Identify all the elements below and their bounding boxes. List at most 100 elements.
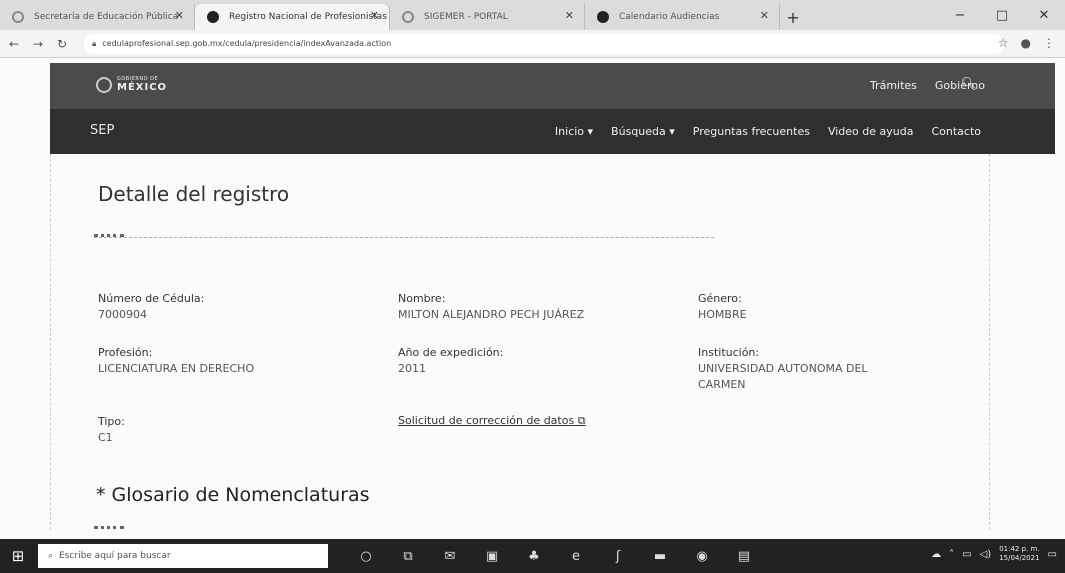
nav-video[interactable]: Video de ayuda bbox=[828, 125, 914, 138]
sep-nav: Inicio ▾ Búsqueda ▾ Preguntas frecuentes… bbox=[555, 125, 981, 138]
browser-tab-registro[interactable]: Registro Nacional de Profesionistas ✕ bbox=[195, 4, 390, 30]
clock-time: 01:42 p. m. bbox=[999, 545, 1040, 553]
tab-title: Registro Nacional de Profesionistas bbox=[229, 12, 387, 22]
system-tray: ☁ ˄ ▭ ◁) 01:42 p. m. 15/04/2021 ▭ bbox=[931, 545, 1057, 563]
taskbar-search-input[interactable]: ⌕ Escribe aquí para buscar bbox=[38, 544, 328, 568]
generic-page-icon bbox=[402, 11, 414, 23]
new-tab-button[interactable]: + bbox=[780, 4, 806, 30]
profesion-field: Profesión: LICENCIATURA EN DERECHO bbox=[98, 345, 254, 377]
forward-arrow-icon[interactable]: → bbox=[28, 37, 48, 51]
network-icon[interactable]: ▭ bbox=[962, 549, 971, 560]
edge-icon[interactable]: e bbox=[566, 546, 586, 566]
notifications-icon[interactable]: ▭ bbox=[1048, 549, 1057, 560]
sep-label[interactable]: SEP bbox=[90, 123, 114, 138]
anio-field: Año de expedición: 2011 bbox=[398, 345, 503, 377]
taskbar-apps: ○ ⧉ ✉ ▣ ♣ e ʃ ▬ ◉ ▤ bbox=[356, 546, 754, 566]
address-bar: ← → ↻ 🔒︎ cedulaprofesional.sep.gob.mx/ce… bbox=[0, 30, 1065, 58]
genero-label: Género: bbox=[698, 292, 742, 305]
numero-cedula-value: 7000904 bbox=[98, 308, 147, 321]
search-icon: ⌕ bbox=[48, 551, 54, 561]
store-icon[interactable]: ▣ bbox=[482, 546, 502, 566]
nombre-field: Nombre: MILTON ALEJANDRO PECH JUÁREZ bbox=[398, 291, 584, 323]
windows-taskbar: ⊞ ⌕ Escribe aquí para buscar ○ ⧉ ✉ ▣ ♣ e… bbox=[0, 539, 1065, 573]
institucion-field: Institución: UNIVERSIDAD AUTONOMA DEL CA… bbox=[698, 345, 868, 393]
tray-chevron-icon[interactable]: ˄ bbox=[949, 549, 954, 560]
app-icon[interactable]: ʃ bbox=[608, 546, 628, 566]
mail-app-icon[interactable]: ▬ bbox=[650, 546, 670, 566]
tipo-value: C1 bbox=[98, 431, 113, 444]
glosario-accent-divider bbox=[94, 526, 124, 529]
tipo-field: Tipo: C1 bbox=[98, 414, 125, 446]
mail-icon[interactable]: ✉ bbox=[440, 546, 460, 566]
nav-preguntas[interactable]: Preguntas frecuentes bbox=[693, 125, 810, 138]
close-tab-icon[interactable]: ✕ bbox=[760, 9, 769, 22]
search-icon[interactable]: 🔍︎ bbox=[960, 77, 977, 92]
reload-icon[interactable]: ↻ bbox=[52, 37, 72, 51]
browser-tab-sep[interactable]: Secretaría de Educación Pública ✕ bbox=[0, 4, 195, 30]
clock[interactable]: 01:42 p. m. 15/04/2021 bbox=[999, 545, 1039, 563]
glosario-title: * Glosario de Nomenclaturas bbox=[96, 484, 370, 506]
correccion-link-text: Solicitud de corrección de datos bbox=[398, 414, 575, 427]
anio-label: Año de expedición: bbox=[398, 346, 504, 359]
document-icon[interactable]: ▤ bbox=[734, 546, 754, 566]
windows-start-icon[interactable]: ⊞ bbox=[4, 547, 32, 565]
clock-date: 15/04/2021 bbox=[999, 554, 1040, 562]
browser-actions: ☆ ● ⋮ bbox=[998, 36, 1055, 50]
nav-tramites[interactable]: Trámites bbox=[870, 79, 917, 92]
taskbar-search-placeholder: Escribe aquí para buscar bbox=[59, 551, 171, 561]
nav-inicio[interactable]: Inicio ▾ bbox=[555, 125, 593, 138]
gobierno-de-mexico-logo[interactable]: GOBIERNO DE MÉXICO bbox=[96, 76, 167, 93]
lock-icon: 🔒︎ bbox=[92, 38, 97, 48]
close-window-button[interactable]: ✕ bbox=[1023, 0, 1065, 30]
nav-busqueda[interactable]: Búsqueda ▾ bbox=[611, 125, 675, 138]
calendar-favicon-icon bbox=[597, 11, 609, 23]
genero-field: Género: HOMBRE bbox=[698, 291, 747, 323]
chrome-icon[interactable]: ◉ bbox=[692, 546, 712, 566]
volume-icon[interactable]: ◁) bbox=[980, 549, 992, 560]
logo-big-text: MÉXICO bbox=[117, 82, 168, 93]
bookmark-star-icon[interactable]: ☆ bbox=[998, 36, 1009, 50]
maximize-button[interactable]: □ bbox=[981, 0, 1023, 30]
correccion-link[interactable]: Solicitud de corrección de datos ⧉ bbox=[398, 414, 586, 428]
genero-value: HOMBRE bbox=[698, 308, 747, 321]
back-arrow-icon[interactable]: ← bbox=[4, 37, 24, 51]
browser-tab-bar: Secretaría de Educación Pública ✕ Regist… bbox=[0, 0, 1065, 30]
gob-header: GOBIERNO DE MÉXICO Trámites Gobierno 🔍︎ bbox=[50, 63, 1055, 109]
menu-icon[interactable]: ⋮ bbox=[1043, 36, 1055, 50]
profesion-value: LICENCIATURA EN DERECHO bbox=[98, 362, 255, 375]
tipo-label: Tipo: bbox=[98, 415, 125, 428]
url-input[interactable]: 🔒︎ cedulaprofesional.sep.gob.mx/cedula/p… bbox=[84, 33, 1004, 54]
close-tab-icon[interactable]: ✕ bbox=[370, 9, 379, 22]
url-text: cedulaprofesional.sep.gob.mx/cedula/pres… bbox=[102, 39, 392, 48]
nav-contacto[interactable]: Contacto bbox=[931, 125, 981, 138]
browser-tab-calendario[interactable]: Calendario Audiencias ✕ bbox=[585, 4, 780, 30]
teams-icon[interactable]: ♣ bbox=[524, 546, 544, 566]
window-controls: − □ ✕ bbox=[939, 0, 1065, 30]
registro-favicon-icon bbox=[207, 11, 219, 23]
seal-icon bbox=[96, 76, 112, 93]
sep-nav-bar: SEP Inicio ▾ Búsqueda ▾ Preguntas frecue… bbox=[50, 109, 1055, 154]
page-title: Detalle del registro bbox=[98, 182, 290, 206]
weather-icon[interactable]: ☁ bbox=[931, 549, 941, 560]
cortana-icon[interactable]: ○ bbox=[356, 546, 376, 566]
numero-cedula-field: Número de Cédula: 7000904 bbox=[98, 291, 204, 323]
section-divider bbox=[94, 237, 714, 238]
profile-icon[interactable]: ● bbox=[1021, 36, 1031, 50]
anio-value: 2011 bbox=[398, 362, 426, 375]
nombre-value: MILTON ALEJANDRO PECH JUÁREZ bbox=[398, 308, 585, 321]
minimize-button[interactable]: − bbox=[939, 0, 981, 30]
institucion-value-line1: UNIVERSIDAD AUTONOMA DEL bbox=[698, 362, 868, 375]
external-link-icon: ⧉ bbox=[574, 414, 586, 427]
institucion-label: Institución: bbox=[698, 346, 760, 359]
tab-title: SIGEMER - PORTAL bbox=[424, 12, 508, 22]
nombre-label: Nombre: bbox=[398, 292, 446, 305]
numero-cedula-label: Número de Cédula: bbox=[98, 292, 205, 305]
detail-panel: Detalle del registro Número de Cédula: 7… bbox=[50, 154, 990, 530]
profesion-label: Profesión: bbox=[98, 346, 153, 359]
browser-tab-sigemer[interactable]: SIGEMER - PORTAL ✕ bbox=[390, 4, 585, 30]
close-tab-icon[interactable]: ✕ bbox=[565, 9, 574, 22]
close-tab-icon[interactable]: ✕ bbox=[175, 9, 184, 22]
task-view-icon[interactable]: ⧉ bbox=[398, 546, 418, 566]
institucion-value-line2: CARMEN bbox=[698, 378, 746, 391]
tab-title: Secretaría de Educación Pública bbox=[34, 12, 179, 22]
